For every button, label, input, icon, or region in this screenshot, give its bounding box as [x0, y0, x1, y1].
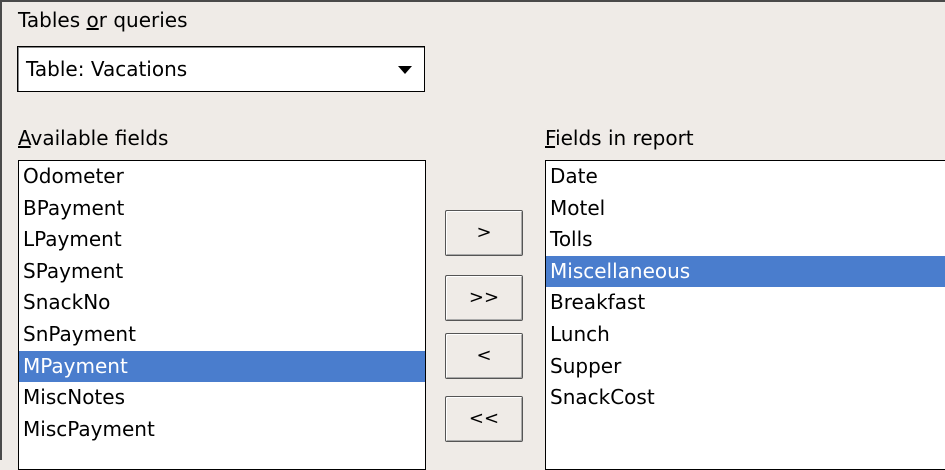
tables-label-post: r queries — [98, 8, 188, 32]
available-field-item[interactable]: SPayment — [19, 256, 425, 288]
remove-all-fields-button[interactable]: << — [445, 396, 523, 442]
report-field-item[interactable]: SnackCost — [546, 382, 945, 414]
add-all-fields-button[interactable]: >> — [445, 275, 523, 321]
fields-in-report-list[interactable]: Date Motel Tolls Miscellaneous Breakfast… — [545, 160, 945, 470]
available-fields-label-mnemonic: A — [18, 126, 31, 150]
available-fields-label: Available fields — [18, 126, 168, 150]
available-field-item[interactable]: MiscPayment — [19, 414, 425, 446]
available-field-item-selected[interactable]: MPayment — [19, 350, 425, 383]
fields-in-report-label-rest: ields in report — [555, 126, 694, 150]
available-field-item[interactable]: LPayment — [19, 224, 425, 256]
add-field-button[interactable]: > — [445, 210, 523, 256]
dropdown-arrow-icon[interactable] — [398, 66, 412, 74]
available-field-item[interactable]: BPayment — [19, 193, 425, 225]
tables-label-pre: Tables — [18, 8, 87, 32]
available-fields-list[interactable]: Odometer BPayment LPayment SPayment Snac… — [18, 160, 426, 470]
remove-field-button[interactable]: < — [445, 333, 523, 379]
table-select[interactable]: Table: Vacations — [17, 46, 425, 92]
fields-in-report-label-mnemonic: F — [545, 126, 556, 150]
tables-label: Tables or queries — [18, 8, 188, 32]
report-field-item[interactable]: Motel — [546, 193, 945, 225]
report-field-item[interactable]: Lunch — [546, 319, 945, 351]
report-field-item[interactable]: Supper — [546, 351, 945, 383]
report-field-item-selected[interactable]: Miscellaneous — [546, 255, 945, 288]
report-field-item[interactable]: Tolls — [546, 224, 945, 256]
available-field-item[interactable]: SnackNo — [19, 287, 425, 319]
available-fields-label-rest: vailable fields — [30, 126, 169, 150]
fields-in-report-label: Fields in report — [545, 126, 694, 150]
table-select-value: Table: Vacations — [26, 57, 188, 81]
tables-label-mnemonic: o — [86, 8, 99, 32]
available-field-item[interactable]: MiscNotes — [19, 382, 425, 414]
available-field-item[interactable]: SnPayment — [19, 319, 425, 351]
report-field-item[interactable]: Breakfast — [546, 287, 945, 319]
report-field-item[interactable]: Date — [546, 161, 945, 193]
available-field-item[interactable]: Odometer — [19, 161, 425, 193]
